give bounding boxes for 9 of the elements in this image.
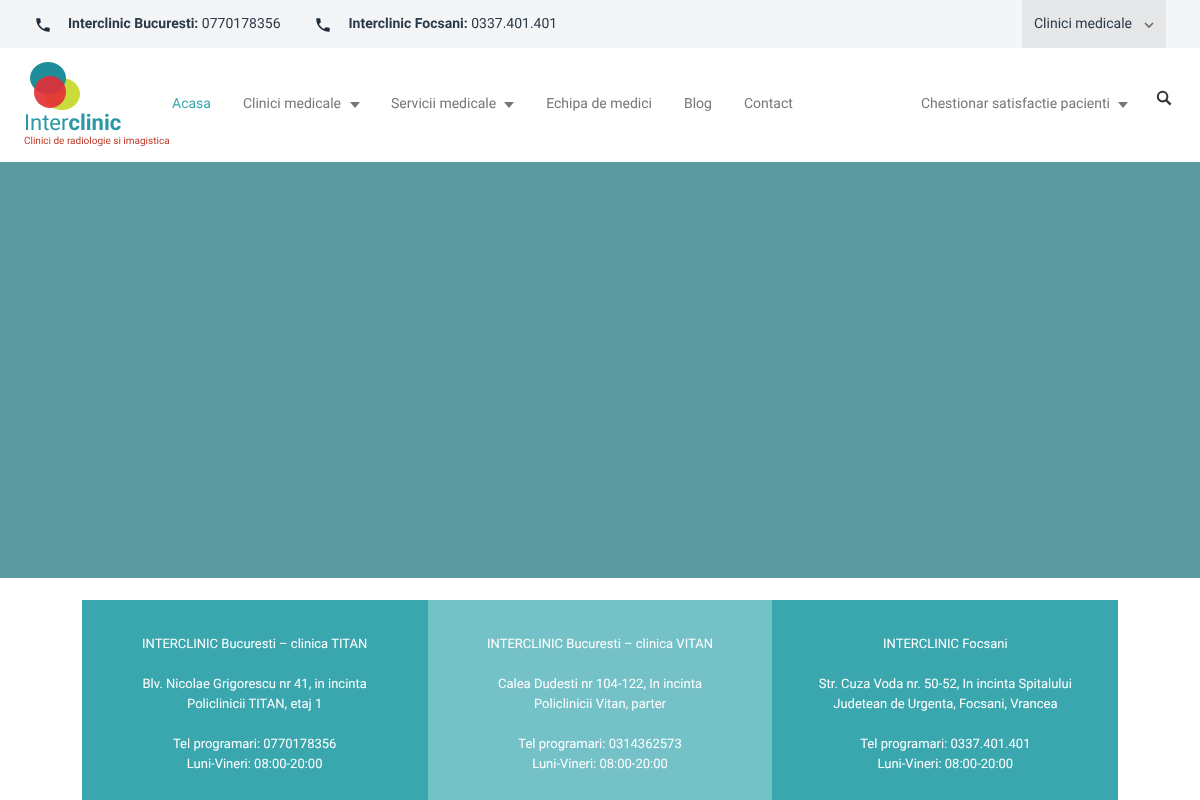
caret-icon: [504, 101, 515, 108]
caret-icon: [1118, 101, 1128, 108]
search-icon[interactable]: [1156, 90, 1172, 107]
chevron-down-icon: [1144, 21, 1154, 27]
logo-icon: [26, 61, 82, 112]
phone-icon: [314, 15, 333, 33]
phone-icon: [34, 15, 52, 33]
logo-name: Interclinic: [24, 111, 122, 136]
caret-icon: [349, 101, 359, 108]
